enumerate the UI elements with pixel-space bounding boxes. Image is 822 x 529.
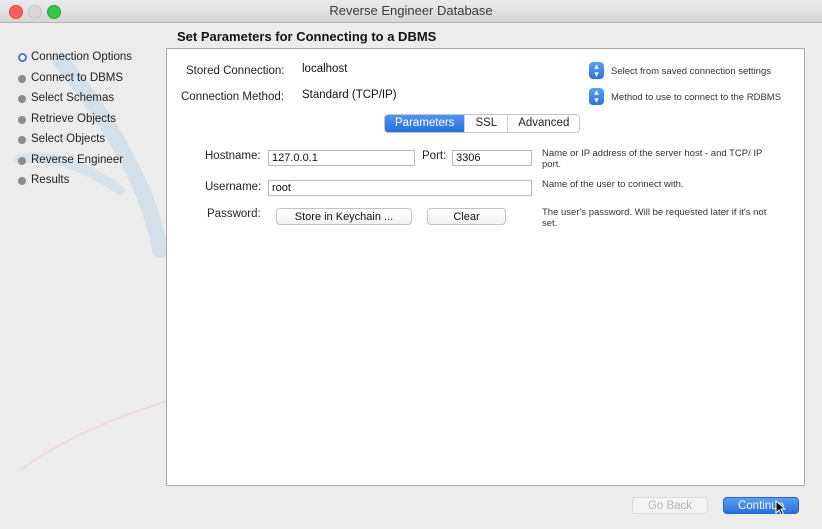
step-dot xyxy=(18,177,26,185)
step-results: Results xyxy=(18,173,158,194)
updown-chevron-icon: ▴ ▾ xyxy=(589,88,604,105)
step-connect-to-dbms: Connect to DBMS xyxy=(18,71,158,92)
connection-method-hint: Method to use to connect to the RDBMS xyxy=(611,92,782,103)
step-retrieve-objects: Retrieve Objects xyxy=(18,112,158,133)
username-label: Username: xyxy=(205,181,262,193)
hostname-field[interactable]: 127.0.0.1 xyxy=(268,150,415,166)
step-active-dot xyxy=(18,53,27,62)
connection-method-label: Connection Method: xyxy=(181,91,284,103)
stored-connection-select[interactable]: localhost ▴ ▾ xyxy=(297,62,604,79)
step-dot xyxy=(18,136,26,144)
tab-parameters[interactable]: Parameters xyxy=(385,115,465,132)
store-in-keychain-button[interactable]: Store in Keychain ... xyxy=(276,208,412,225)
arrow-cursor-icon xyxy=(775,500,787,516)
username-field[interactable]: root xyxy=(268,180,532,196)
clear-password-button[interactable]: Clear xyxy=(427,208,506,225)
password-hint: The user's password. Will be requested l… xyxy=(542,207,767,229)
hostname-label: Hostname: xyxy=(205,150,261,162)
window-title: Reverse Engineer Database xyxy=(329,3,493,18)
step-dot xyxy=(18,115,26,124)
step-select-schemas: Select Schemas xyxy=(18,91,158,112)
step-connection-options: Connection Options xyxy=(18,50,158,71)
password-label: Password: xyxy=(207,208,261,220)
hostname-hint: Name or IP address of the server host - … xyxy=(542,148,763,170)
connection-method-select[interactable]: Standard (TCP/IP) ▴ ▾ xyxy=(297,88,604,105)
step-select-objects: Select Objects xyxy=(18,132,158,153)
wizard-steps: Connection Options Connect to DBMS Selec… xyxy=(18,50,158,194)
stored-connection-label: Stored Connection: xyxy=(186,65,285,77)
step-dot xyxy=(18,74,26,83)
continue-button[interactable]: Continue xyxy=(723,497,799,514)
stored-connection-hint: Select from saved connection settings xyxy=(611,66,772,77)
title-bar: Reverse Engineer Database xyxy=(0,0,822,23)
tab-ssl[interactable]: SSL xyxy=(464,115,507,132)
port-label: Port: xyxy=(422,150,447,162)
tab-advanced[interactable]: Advanced xyxy=(507,115,579,132)
port-field[interactable]: 3306 xyxy=(452,150,532,166)
page-title: Set Parameters for Connecting to a DBMS xyxy=(177,29,437,44)
step-dot xyxy=(18,156,26,165)
username-hint: Name of the user to connect with. xyxy=(542,179,684,190)
step-reverse-engineer: Reverse Engineer xyxy=(18,153,158,174)
updown-chevron-icon: ▴ ▾ xyxy=(589,62,604,79)
step-dot xyxy=(18,95,26,103)
go-back-button[interactable]: Go Back xyxy=(632,497,708,514)
settings-tabs: Parameters SSL Advanced xyxy=(384,114,581,133)
